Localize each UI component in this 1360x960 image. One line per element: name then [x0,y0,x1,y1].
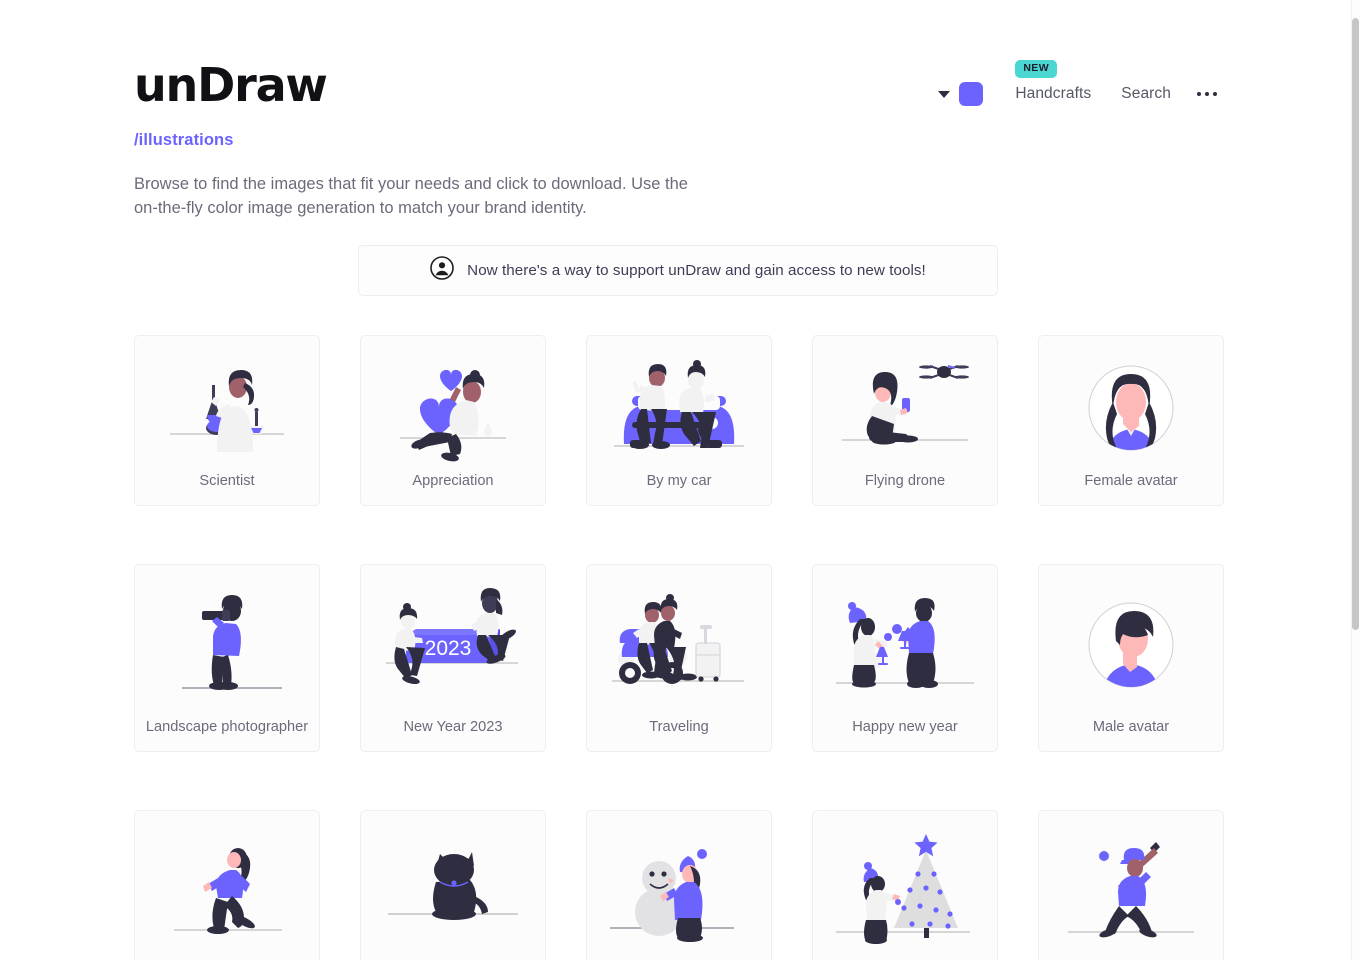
page-header: unDraw NEW Handcrafts Search /illustrati… [0,0,1351,237]
illustration-card[interactable]: Cat [360,810,546,960]
illustration-thumb-new-year-2023: 2023 [369,575,537,714]
brand-logo[interactable]: unDraw [134,56,328,108]
illustration-card[interactable]: Snow games [586,810,772,960]
illustration-card[interactable]: By my car [586,335,772,506]
illustration-thumb-cat [369,821,537,958]
illustration-card[interactable]: Flying drone [812,335,998,506]
illustration-thumb-by-my-car [595,346,763,470]
undraw-illustrations-page: unDraw NEW Handcrafts Search /illustrati… [0,0,1360,960]
illustration-card[interactable]: Landscape photographer [134,564,320,752]
color-picker-control[interactable] [938,82,984,106]
illustration-card-label: Flying drone [864,473,946,490]
illustration-card[interactable]: Home run [1038,810,1224,960]
illustration-card[interactable]: Female avatar [1038,335,1224,506]
illustration-thumb-home-run [1047,821,1215,958]
support-banner-text: Now there's a way to support unDraw and … [467,262,926,279]
illustration-card[interactable]: Happy new year [812,564,998,752]
illustration-grid: Scientist Appreciation By my car Flying … [134,335,1224,960]
illustration-card[interactable]: Appreciation [360,335,546,506]
page-scrollbar-thumb[interactable] [1352,18,1359,630]
illustration-card[interactable]: Decorate Christmas [812,810,998,960]
illustration-thumb-happy-new-year [821,575,989,714]
drone [919,365,969,379]
more-menu-icon[interactable] [1197,92,1217,96]
illustration-card[interactable]: Male avatar [1038,564,1224,752]
illustration-art-text: 2023 [425,637,472,660]
nav-link-search[interactable]: Search [1121,85,1171,103]
page-scrollbar-track[interactable] [1351,0,1360,960]
illustration-card-label: By my car [646,473,712,490]
illustration-card-label: Scientist [199,473,255,490]
illustration-card-label: Female avatar [1084,473,1178,490]
illustration-thumb-landscape-photographer [143,575,311,714]
nav-link-handcrafts-label: Handcrafts [1015,85,1092,102]
illustration-thumb-traveling [595,575,763,714]
illustration-card[interactable]: Scientist [134,335,320,506]
illustration-card-label: Male avatar [1092,719,1170,736]
illustration-card[interactable]: Traveling [586,564,772,752]
illustration-card-label: New Year 2023 [403,719,503,736]
illustration-card-label: Appreciation [412,473,494,490]
illustration-card[interactable]: Running wild [134,810,320,960]
illustration-card-label: Traveling [649,719,709,736]
color-swatch[interactable] [959,82,984,106]
main-nav: NEW Handcrafts Search [938,56,1217,106]
illustration-thumb-decorate-christmas [821,821,989,958]
illustration-thumb-snow-games [595,821,763,958]
user-circle-icon [430,256,454,285]
illustration-card-label: Landscape photographer [145,719,309,736]
nav-link-handcrafts[interactable]: NEW Handcrafts [1015,60,1092,103]
chevron-down-icon[interactable] [938,90,951,98]
breadcrumb[interactable]: /illustrations [134,131,1217,150]
illustration-thumb-male-avatar [1047,575,1215,714]
illustration-thumb-appreciation [369,346,537,470]
page-description: Browse to find the images that fit your … [134,175,688,218]
illustration-card[interactable]: 2023 New Year 2023 [360,564,546,752]
status-badge-new: NEW [1015,60,1058,78]
illustration-thumb-scientist [143,346,311,470]
illustration-thumb-flying-drone [821,346,989,470]
illustration-thumb-female-avatar [1047,346,1215,470]
illustration-card-label: Happy new year [852,719,958,736]
support-banner[interactable]: Now there's a way to support unDraw and … [358,245,998,296]
illustration-thumb-running-wild [143,821,311,958]
